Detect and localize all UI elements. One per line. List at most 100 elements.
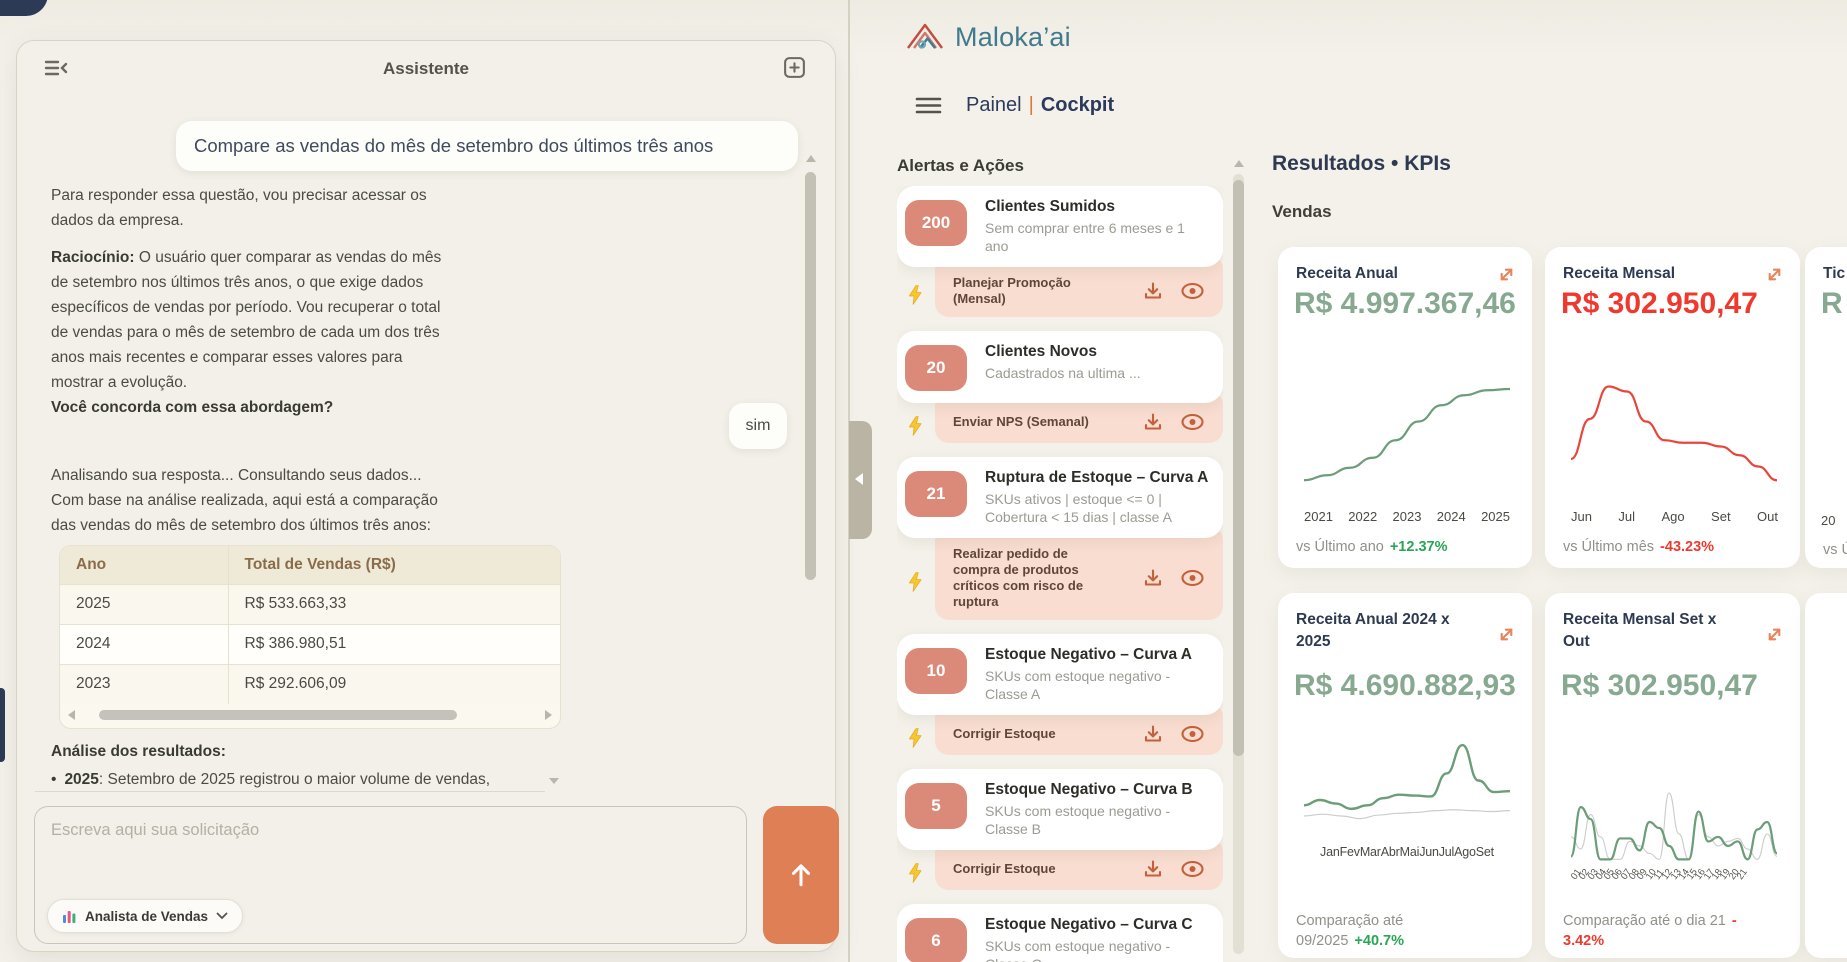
x-tick: Set bbox=[1711, 509, 1731, 524]
download-action-button[interactable] bbox=[1142, 567, 1164, 589]
sparkline-chart bbox=[1571, 367, 1777, 501]
menu-button[interactable] bbox=[915, 96, 942, 115]
expand-card-button[interactable] bbox=[1495, 623, 1518, 646]
alert-title: Estoque Negativo – Curva A bbox=[985, 646, 1209, 664]
kpi-footer: Comparação até 09/2025+40.7% bbox=[1296, 911, 1476, 951]
table-horizontal-scrollbar bbox=[60, 702, 560, 728]
alert-subtitle: SKUs ativos | estoque <= 0 | Cobertura <… bbox=[985, 490, 1209, 526]
kpi-delta: +40.7% bbox=[1354, 933, 1404, 949]
x-axis-labels: 20212022202320242025 bbox=[1304, 509, 1510, 524]
kpi-card-title: Receita Mensal bbox=[1563, 263, 1743, 285]
chat-input-box[interactable]: Analista de Vendas bbox=[34, 806, 747, 944]
kpi-card-title: Tic bbox=[1823, 263, 1847, 285]
eye-icon bbox=[1180, 413, 1205, 431]
alert-card[interactable]: 20 Clientes Novos Cadastrados na ultima … bbox=[897, 331, 1223, 403]
scroll-right-arrow-icon[interactable] bbox=[545, 710, 552, 720]
expand-diagonal-icon bbox=[1495, 623, 1518, 646]
kpi-card-receita-mensal-comparativo: Receita Mensal Set x Out R$ 302.950,47 0… bbox=[1545, 593, 1800, 958]
kpi-delta: +12.37% bbox=[1390, 539, 1448, 555]
scrollbar-track[interactable] bbox=[81, 710, 539, 720]
alert-count-badge: 21 bbox=[905, 471, 967, 517]
expand-card-button[interactable] bbox=[1495, 263, 1518, 286]
alert-card[interactable]: 21 Ruptura de Estoque – Curva A SKUs ati… bbox=[897, 457, 1223, 538]
hamburger-menu-icon bbox=[915, 96, 942, 115]
x-tick: 2022 bbox=[1348, 509, 1377, 524]
alert-subtitle: Cadastrados na ultima ... bbox=[985, 364, 1209, 382]
table-cell-ano: 2023 bbox=[60, 664, 228, 704]
lightning-bolt-icon bbox=[907, 862, 923, 889]
kpi-section-title: Resultados • KPIs bbox=[1272, 152, 1451, 176]
eye-icon bbox=[1180, 282, 1205, 300]
x-tick: 2021 bbox=[1304, 509, 1333, 524]
assistant-message: Analisando sua resposta... Consultando s… bbox=[51, 463, 456, 538]
sales-comparison-table: Ano Total de Vendas (R$) 2025 R$ 533.663… bbox=[59, 545, 561, 729]
download-action-button[interactable] bbox=[1142, 411, 1164, 433]
scrollbar-thumb[interactable] bbox=[99, 710, 456, 720]
kpi-card-title: Receita Anual bbox=[1296, 263, 1476, 285]
view-action-button[interactable] bbox=[1180, 860, 1205, 878]
alert-subtitle: SKUs com estoque negativo - Classe B bbox=[985, 802, 1209, 838]
reasoning-text: O usuário quer comparar as vendas do mês… bbox=[51, 249, 441, 391]
kpi-card-title: Receita Mensal Set x Out bbox=[1563, 609, 1743, 653]
scrollbar-thumb[interactable] bbox=[805, 172, 816, 580]
expand-more-icon[interactable] bbox=[549, 778, 559, 784]
alert-title: Clientes Sumidos bbox=[985, 198, 1209, 216]
download-action-button[interactable] bbox=[1142, 280, 1164, 302]
x-axis-labels: JanFevMarAbrMaiJunJulAgoSet bbox=[1296, 845, 1518, 859]
chat-messages: Compare as vendas do mês de setembro dos… bbox=[17, 95, 835, 791]
agent-selector[interactable]: Analista de Vendas bbox=[47, 899, 243, 933]
alert-card[interactable]: 5 Estoque Negativo – Curva B SKUs com es… bbox=[897, 769, 1223, 850]
expand-card-button[interactable] bbox=[1763, 623, 1786, 646]
alert-subtitle: SKUs com estoque negativo - Classe A bbox=[985, 667, 1209, 703]
kpi-group-title: Vendas bbox=[1272, 202, 1332, 222]
expand-card-button[interactable] bbox=[1763, 263, 1786, 286]
alert-card[interactable]: 10 Estoque Negativo – Curva A SKUs com e… bbox=[897, 634, 1223, 715]
assistant-title: Assistente bbox=[17, 59, 835, 79]
x-axis-labels: 0102030405060708091011121314151617181920… bbox=[1571, 871, 1780, 882]
x-tick: Fev bbox=[1340, 845, 1360, 859]
alert-action-label: Enviar NPS (Semanal) bbox=[953, 414, 1111, 430]
bullet-marker: • bbox=[51, 771, 56, 788]
table-row: 2025 R$ 533.663,33 bbox=[60, 584, 560, 624]
view-action-button[interactable] bbox=[1180, 725, 1205, 743]
new-chat-button[interactable] bbox=[782, 55, 807, 80]
background-panel-edge bbox=[0, 688, 5, 762]
alert-count-badge: 5 bbox=[905, 783, 967, 829]
x-tick: Jun bbox=[1571, 509, 1592, 524]
send-button[interactable] bbox=[763, 806, 839, 944]
alert-card[interactable]: 6 Estoque Negativo – Curva C SKUs com es… bbox=[897, 904, 1223, 962]
app-root: { "chat": { "title": "Assistente", "user… bbox=[0, 0, 1847, 962]
view-action-button[interactable] bbox=[1180, 413, 1205, 431]
view-action-button[interactable] bbox=[1180, 569, 1205, 587]
alert-count-badge: 20 bbox=[905, 345, 967, 391]
download-action-button[interactable] bbox=[1142, 858, 1164, 880]
chat-input[interactable] bbox=[35, 807, 746, 893]
download-icon bbox=[1142, 280, 1164, 302]
x-tick: Jul bbox=[1618, 509, 1635, 524]
kpi-card-partial bbox=[1805, 593, 1847, 958]
eye-icon bbox=[1180, 569, 1205, 587]
kpi-card-title: Receita Anual 2024 x 2025 bbox=[1296, 609, 1476, 653]
breadcrumb-section[interactable]: Painel bbox=[966, 94, 1022, 116]
brand-logo: Maloka’ai bbox=[905, 20, 1071, 54]
sparkline-chart bbox=[1571, 788, 1777, 868]
maloka-mountain-logo-icon bbox=[905, 20, 945, 54]
scroll-left-arrow-icon[interactable] bbox=[68, 710, 75, 720]
download-action-button[interactable] bbox=[1142, 723, 1164, 745]
lightning-bolt-icon bbox=[907, 284, 923, 311]
analysis-heading: Análise dos resultados: bbox=[51, 743, 226, 761]
alert-action-label: Planejar Promoção (Mensal) bbox=[953, 275, 1111, 307]
download-icon bbox=[1142, 723, 1164, 745]
collapse-drawer-handle[interactable] bbox=[849, 421, 872, 539]
kpi-card-partial: Tic R 20 vs Ú bbox=[1805, 247, 1847, 568]
scroll-up-arrow-icon[interactable] bbox=[1234, 160, 1244, 167]
alert-group: 10 Estoque Negativo – Curva A SKUs com e… bbox=[897, 634, 1223, 755]
alert-group: 21 Ruptura de Estoque – Curva A SKUs ati… bbox=[897, 457, 1223, 620]
plus-square-icon bbox=[782, 55, 807, 80]
scroll-up-arrow-icon[interactable] bbox=[806, 155, 816, 162]
download-icon bbox=[1142, 858, 1164, 880]
view-action-button[interactable] bbox=[1180, 282, 1205, 300]
download-icon bbox=[1142, 567, 1164, 589]
alerts-scrollbar-thumb[interactable] bbox=[1233, 180, 1244, 756]
alert-card[interactable]: 200 Clientes Sumidos Sem comprar entre 6… bbox=[897, 186, 1223, 267]
